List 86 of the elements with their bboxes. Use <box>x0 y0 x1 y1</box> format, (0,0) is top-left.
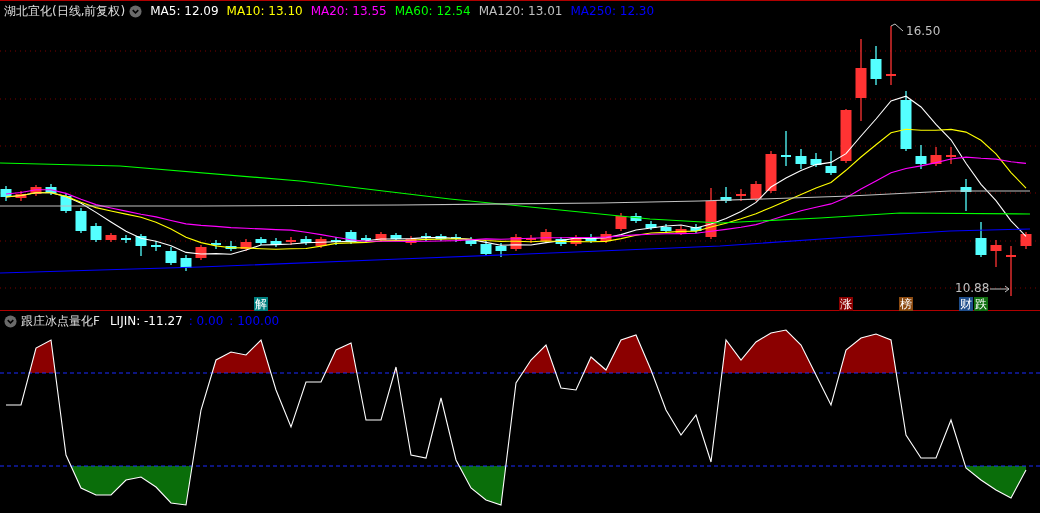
candlestick <box>840 108 852 164</box>
candlestick <box>885 25 897 86</box>
candlestick <box>90 222 102 243</box>
moving-average-legend: MA5: 12.09 <box>150 4 219 18</box>
candlestick <box>735 188 747 202</box>
candlestick <box>480 240 492 257</box>
candlestick <box>750 180 762 202</box>
event-marker[interactable]: 财 <box>959 297 973 311</box>
candlestick <box>330 236 342 246</box>
candlestick <box>105 232 117 243</box>
candlestick <box>555 236 567 247</box>
chevron-down-icon[interactable] <box>4 314 17 328</box>
candlestick <box>630 212 642 224</box>
moving-average-legend: MA20: 13.55 <box>310 4 387 18</box>
candlestick <box>255 236 267 246</box>
candlestick <box>990 239 1002 268</box>
candlestick <box>210 239 222 250</box>
candlestick <box>465 236 477 247</box>
moving-average-legend: MA60: 12.54 <box>394 4 471 18</box>
candlestick <box>540 228 552 244</box>
event-marker[interactable]: 解 <box>254 297 268 311</box>
candlestick <box>600 230 612 244</box>
indicator-value: : 0.00 <box>188 314 224 328</box>
candlestick <box>945 146 957 165</box>
candlestick <box>585 233 597 244</box>
candlestick <box>270 237 282 248</box>
candlestick <box>975 221 987 258</box>
candlestick <box>405 235 417 246</box>
candlestick <box>450 233 462 243</box>
event-marker[interactable]: 涨 <box>839 297 853 311</box>
candlestick <box>225 240 237 252</box>
indicator-value: LIJIN: -11.27 <box>109 314 183 328</box>
candlestick <box>45 183 57 196</box>
candlestick <box>690 223 702 234</box>
candlestick <box>615 212 627 232</box>
candlestick <box>135 233 147 257</box>
event-marker[interactable]: 榜 <box>899 297 913 311</box>
chart-title: 湖北宜化(日线,前复权) <box>4 4 126 18</box>
moving-average-legend: MA250: 12.30 <box>570 4 655 18</box>
candlestick <box>810 152 822 168</box>
moving-average-legend: MA120: 13.01 <box>478 4 563 18</box>
candlestick <box>60 192 72 214</box>
candlestick <box>1005 245 1017 297</box>
candlestick <box>0 185 12 202</box>
candlestick <box>570 234 582 247</box>
candlestick <box>795 148 807 170</box>
candlestick <box>720 186 732 204</box>
event-marker[interactable]: 跌 <box>974 297 988 311</box>
candlestick <box>705 187 717 240</box>
candlestick <box>660 223 672 234</box>
candlestick <box>195 244 207 261</box>
candlestick <box>645 220 657 231</box>
high-price-label: 16.50 <box>906 25 941 38</box>
candlestick <box>75 207 87 234</box>
candlestick <box>240 238 252 252</box>
candlestick <box>825 150 837 176</box>
candlestick <box>510 233 522 252</box>
candlestick <box>150 240 162 252</box>
candlestick <box>165 246 177 266</box>
candlestick <box>765 150 777 194</box>
leader-line <box>989 285 1010 293</box>
candlestick <box>285 236 297 246</box>
candlestick <box>315 236 327 249</box>
candlestick <box>120 234 132 244</box>
candlestick <box>420 232 432 242</box>
candlestick <box>870 45 882 86</box>
candlestick <box>525 234 537 244</box>
candlestick <box>900 90 912 152</box>
candlestick <box>435 233 447 242</box>
candlestick <box>15 190 27 202</box>
candlestick <box>930 146 942 167</box>
candlestick <box>780 130 792 167</box>
candlestick <box>30 184 42 197</box>
candlestick <box>180 254 192 272</box>
indicator-value: : 100.00 <box>229 314 280 328</box>
candlestick <box>1020 231 1032 250</box>
low-price-label: 10.88 <box>955 282 990 295</box>
chevron-down-icon[interactable] <box>129 4 143 18</box>
candlestick <box>675 225 687 236</box>
candlestick <box>915 144 927 170</box>
candlestick <box>300 235 312 246</box>
indicator-title: 跟庄冰点量化F <box>21 314 100 328</box>
leader-line <box>890 23 904 32</box>
candlestick <box>495 242 507 258</box>
moving-average-legend: MA10: 13.10 <box>226 4 303 18</box>
candlestick <box>960 178 972 212</box>
